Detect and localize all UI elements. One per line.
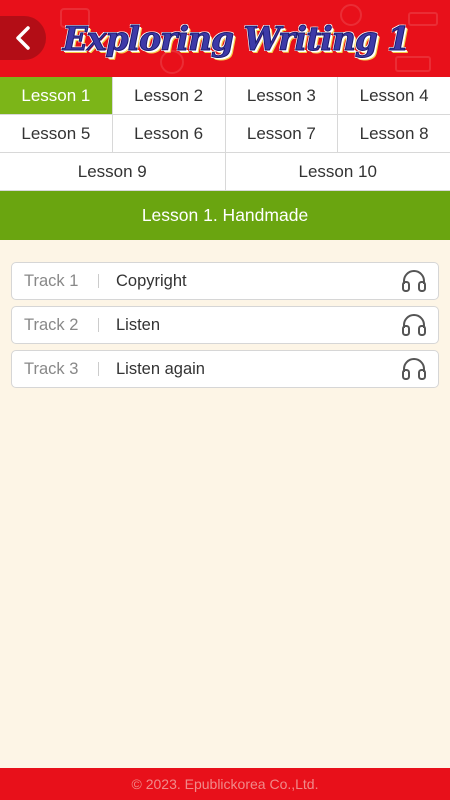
headphones-icon[interactable] [400, 356, 428, 382]
tab-lesson[interactable]: Lesson 2 [112, 77, 226, 114]
track-item[interactable]: Track 3 Listen again [11, 350, 439, 388]
tab-lesson[interactable]: Lesson 9 [0, 153, 226, 190]
app-title-logo: Exploring Writing 1 [62, 18, 411, 58]
track-name: Listen [116, 315, 161, 334]
decoration [395, 56, 431, 72]
headphones-icon[interactable] [400, 268, 428, 294]
tab-lesson[interactable]: Lesson 6 [112, 115, 226, 152]
tab-lesson[interactable]: Lesson 7 [225, 115, 339, 152]
back-button[interactable] [0, 16, 46, 60]
copyright-text: © 2023. Epublickorea Co.,Ltd. [131, 776, 319, 792]
divider [98, 274, 99, 288]
divider [98, 318, 99, 332]
lesson-title: Lesson 1. Handmade [141, 205, 309, 225]
lesson-row: Lesson 5 Lesson 6 Lesson 7 Lesson 8 [0, 115, 450, 153]
lesson-row: Lesson 1 Lesson 2 Lesson 3 Lesson 4 [0, 77, 450, 115]
tab-lesson[interactable]: Lesson 4 [338, 77, 450, 114]
track-name: Listen again [116, 359, 205, 378]
tab-lesson[interactable]: Lesson 1 [0, 77, 113, 114]
track-number: Track 3 [24, 359, 79, 378]
track-number: Track 2 [24, 315, 79, 334]
divider [98, 362, 99, 376]
track-item[interactable]: Track 2 Listen [11, 306, 439, 344]
lesson-title-bar: Lesson 1. Handmade [0, 191, 450, 240]
track-list: Track 1 Copyright Track 2 Listen Track 3 List… [11, 262, 439, 394]
track-name: Copyright [116, 271, 187, 290]
headphones-icon[interactable] [400, 312, 428, 338]
track-number: Track 1 [24, 271, 79, 290]
track-item[interactable]: Track 1 Copyright [11, 262, 439, 300]
app-header: Exploring Writing 1 [0, 0, 450, 77]
lesson-row: Lesson 9 Lesson 10 [0, 153, 450, 191]
chevron-left-icon [16, 26, 30, 50]
footer: © 2023. Epublickorea Co.,Ltd. [0, 768, 450, 800]
tab-lesson[interactable]: Lesson 10 [225, 153, 450, 190]
tab-lesson[interactable]: Lesson 5 [0, 115, 113, 152]
lesson-tabs: Lesson 1 Lesson 2 Lesson 3 Lesson 4 Lesson 5… [0, 77, 450, 191]
decoration [408, 12, 438, 26]
tab-lesson[interactable]: Lesson 8 [338, 115, 450, 152]
tab-lesson[interactable]: Lesson 3 [225, 77, 339, 114]
